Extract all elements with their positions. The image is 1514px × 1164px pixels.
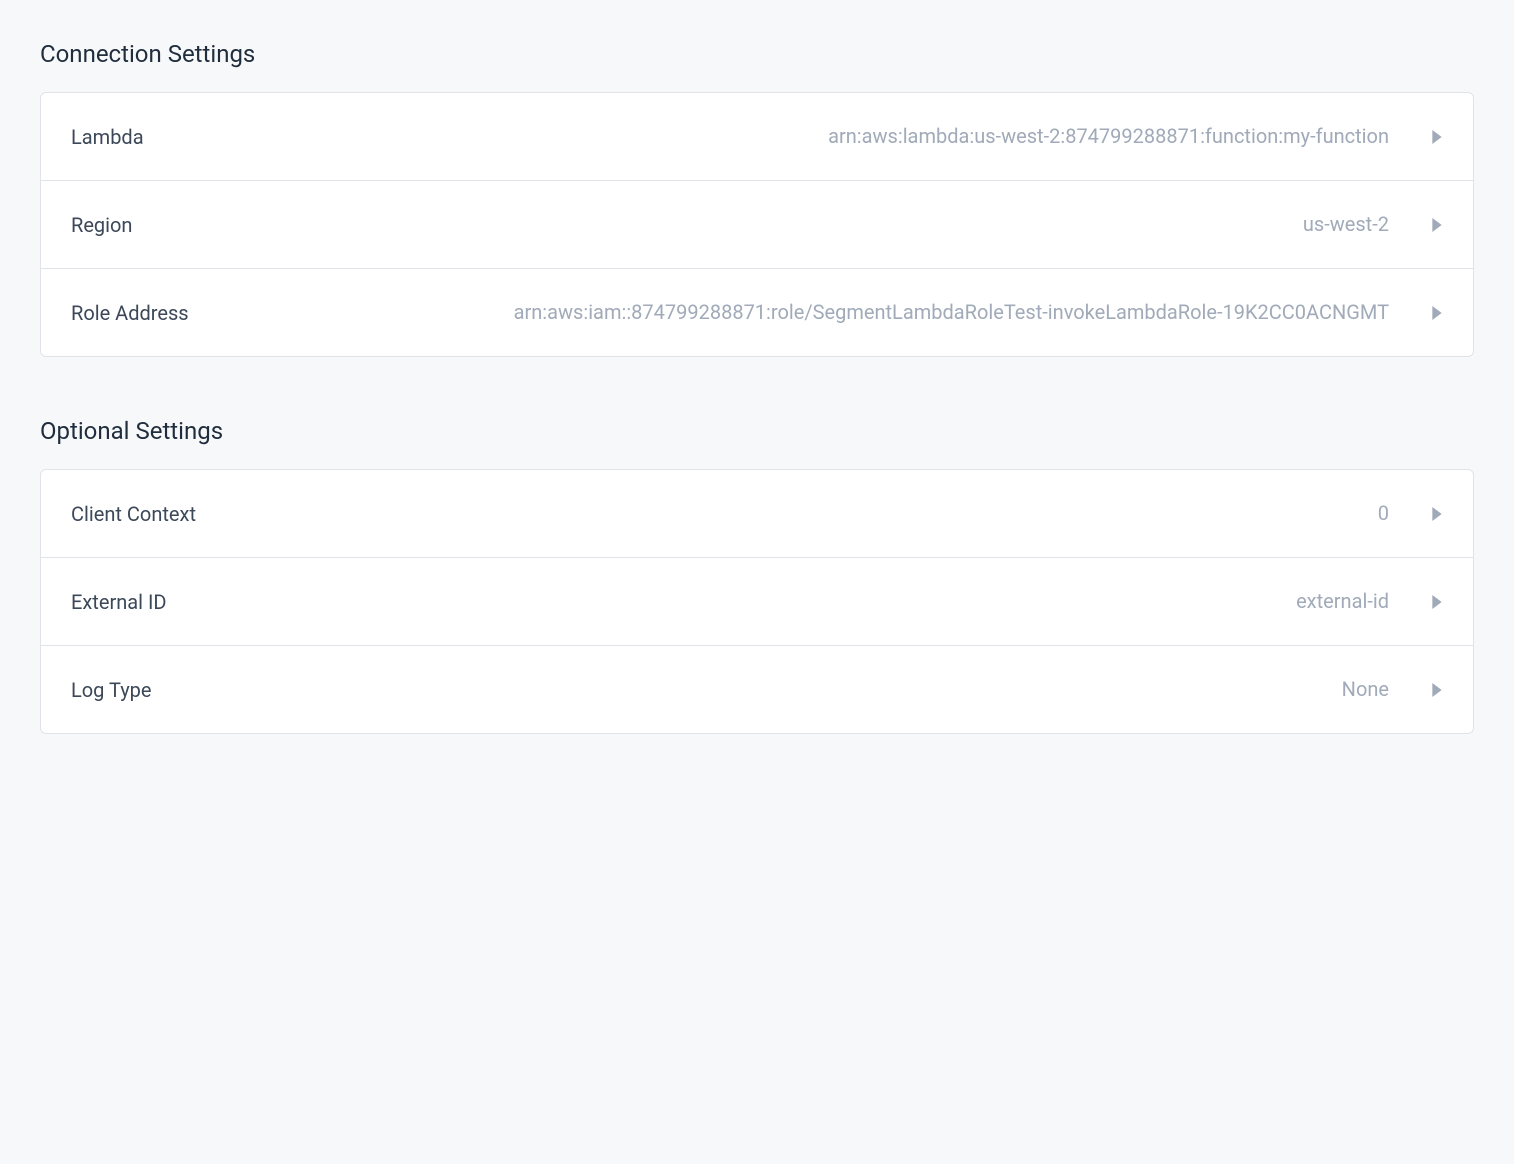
lambda-row[interactable]: Lambda arn:aws:lambda:us-west-2:87479928… [41, 93, 1473, 181]
client-context-value: 0 [255, 498, 1389, 529]
external-id-value: external-id [255, 586, 1389, 617]
region-row[interactable]: Region us-west-2 [41, 181, 1473, 269]
chevron-right-icon [1431, 306, 1443, 320]
region-label: Region [71, 213, 231, 237]
optional-settings-section: Optional Settings Client Context 0 Exter… [40, 417, 1474, 734]
chevron-right-icon [1431, 507, 1443, 521]
lambda-value: arn:aws:lambda:us-west-2:874799288871:fu… [255, 121, 1389, 152]
optional-settings-title: Optional Settings [40, 417, 1474, 445]
chevron-right-icon [1431, 683, 1443, 697]
role-address-row[interactable]: Role Address arn:aws:iam::874799288871:r… [41, 269, 1473, 356]
region-value: us-west-2 [255, 209, 1389, 240]
lambda-label: Lambda [71, 125, 231, 149]
client-context-row[interactable]: Client Context 0 [41, 470, 1473, 558]
role-address-value: arn:aws:iam::874799288871:role/SegmentLa… [255, 297, 1389, 328]
log-type-value: None [255, 674, 1389, 705]
external-id-label: External ID [71, 590, 231, 614]
log-type-label: Log Type [71, 678, 231, 702]
connection-settings-section: Connection Settings Lambda arn:aws:lambd… [40, 40, 1474, 357]
chevron-right-icon [1431, 595, 1443, 609]
role-address-label: Role Address [71, 301, 231, 325]
log-type-row[interactable]: Log Type None [41, 646, 1473, 733]
connection-settings-card: Lambda arn:aws:lambda:us-west-2:87479928… [40, 92, 1474, 357]
client-context-label: Client Context [71, 502, 231, 526]
connection-settings-title: Connection Settings [40, 40, 1474, 68]
chevron-right-icon [1431, 130, 1443, 144]
external-id-row[interactable]: External ID external-id [41, 558, 1473, 646]
chevron-right-icon [1431, 218, 1443, 232]
optional-settings-card: Client Context 0 External ID external-id… [40, 469, 1474, 734]
